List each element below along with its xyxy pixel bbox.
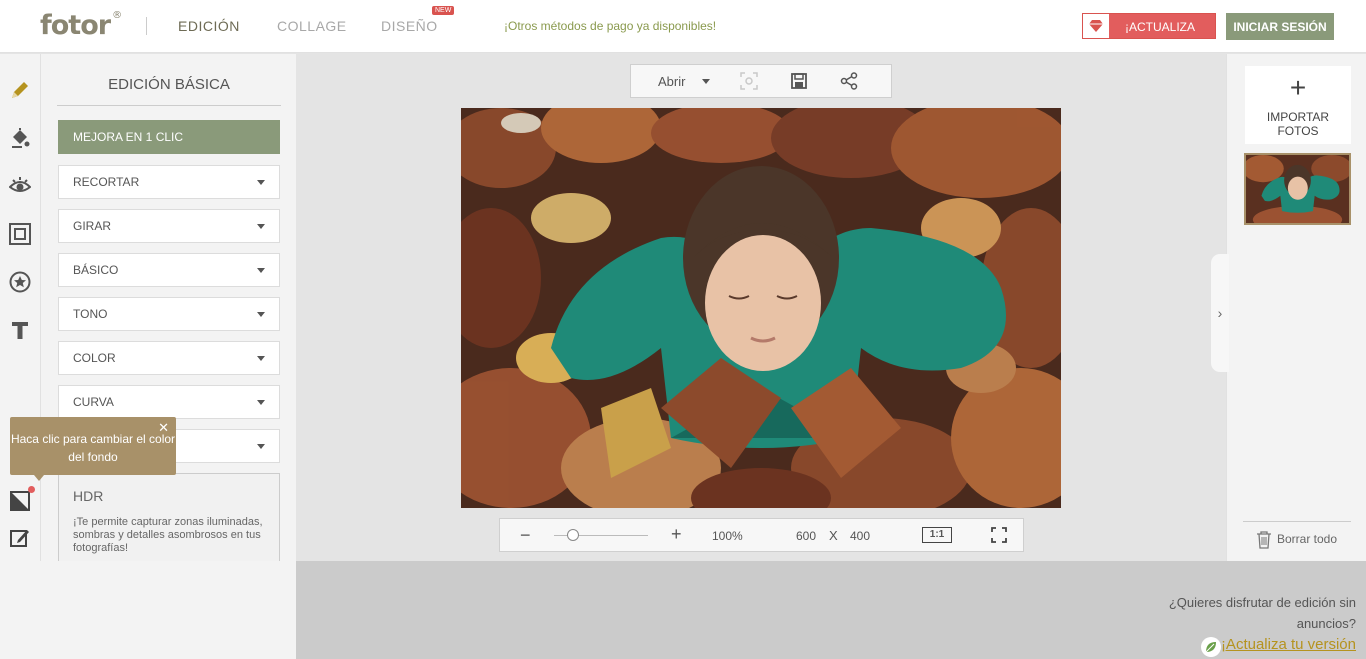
hdr-title: HDR — [73, 488, 104, 504]
header-divider — [146, 17, 147, 35]
tooltip-text: Haca clic para cambiar el color del fond… — [10, 432, 176, 464]
nav-collage[interactable]: COLLAGE — [277, 18, 347, 34]
screenshot-icon[interactable] — [740, 72, 758, 90]
image-width: 600 — [796, 529, 817, 543]
chevron-down-icon — [257, 312, 265, 317]
chevron-down-icon — [257, 444, 265, 449]
clear-all-button[interactable]: Borrar todo — [1243, 521, 1351, 551]
close-icon[interactable]: ✕ — [158, 419, 169, 437]
tooltip-arrow — [34, 475, 44, 481]
new-badge: NEW — [432, 6, 455, 15]
import-label: IMPORTAR FOTOS — [1266, 110, 1330, 138]
bottom-left-area — [0, 561, 296, 659]
hdr-description: ¡Te permite capturar zonas iluminadas, s… — [73, 516, 263, 554]
crop-dropdown[interactable]: RECORTAR — [58, 165, 280, 199]
share-icon[interactable] — [840, 72, 858, 90]
import-photos-button[interactable]: + IMPORTAR FOTOS — [1245, 66, 1351, 144]
upgrade-label: ¡ACTUALIZA — [1125, 20, 1196, 34]
tone-dropdown[interactable]: TONO — [58, 297, 280, 331]
clear-all-label: Borrar todo — [1277, 532, 1338, 546]
payment-promo[interactable]: ¡Otros métodos de pago ya disponibles! — [504, 19, 716, 33]
zoom-in-button[interactable]: + — [671, 524, 682, 545]
edited-photo[interactable] — [461, 108, 1061, 508]
chevron-down-icon — [257, 400, 265, 405]
photo-thumbnail[interactable] — [1244, 153, 1351, 225]
text-icon[interactable] — [6, 316, 34, 344]
plus-icon: + — [1289, 72, 1307, 103]
hdr-card[interactable]: HDR ¡Te permite capturar zonas iluminada… — [58, 473, 280, 561]
star-icon[interactable] — [6, 268, 34, 296]
chevron-down-icon — [257, 356, 265, 361]
canvas-area: Abrir − + 100% 600 X 400 1:1 — [296, 54, 1226, 561]
zoom-percent: 100% — [712, 529, 743, 543]
background-tooltip: Haca clic para cambiar el color del fond… — [10, 417, 176, 481]
panel-title: EDICIÓN BÁSICA — [57, 76, 281, 106]
nav-edit[interactable]: EDICIÓN — [178, 18, 240, 34]
chevron-down-icon — [257, 224, 265, 229]
basic-dropdown[interactable]: BÁSICO — [58, 253, 280, 287]
actual-size-button[interactable]: 1:1 — [922, 527, 952, 543]
paint-bucket-icon[interactable] — [6, 124, 34, 152]
curve-dropdown[interactable]: CURVA — [58, 385, 280, 419]
chevron-down-icon — [257, 268, 265, 273]
photo-image — [461, 108, 1061, 508]
zoom-bar: − + 100% 600 X 400 1:1 — [499, 518, 1024, 552]
one-click-enhance-button[interactable]: MEJORA EN 1 CLIC — [58, 120, 280, 154]
save-icon[interactable] — [790, 72, 808, 90]
background-icon[interactable] — [6, 486, 35, 515]
chevron-down-icon — [257, 180, 265, 185]
zoom-out-button[interactable]: − — [520, 525, 531, 546]
fotor-logo[interactable]: fotor ® — [40, 10, 122, 41]
collapse-panel-button[interactable]: › — [1211, 254, 1229, 372]
ad-question: ¿Quieres disfrutar de edición sin anunci… — [1168, 595, 1356, 631]
dimension-separator: X — [829, 528, 838, 543]
ad-area: ¿Quieres disfrutar de edición sin anunci… — [296, 561, 1366, 659]
diamond-icon — [1083, 14, 1109, 38]
open-menu[interactable]: Abrir — [658, 74, 685, 89]
upgrade-version-link[interactable]: ¡Actualiza tu versión — [1221, 636, 1356, 653]
chevron-down-icon[interactable] — [702, 79, 710, 84]
login-button[interactable]: INICIAR SESIÓN — [1226, 13, 1334, 40]
trash-icon — [1256, 531, 1272, 552]
canvas-toolbar: Abrir — [630, 64, 892, 98]
tool-sidebar — [0, 54, 41, 561]
edit-icon[interactable] — [6, 524, 34, 552]
frame-icon[interactable] — [6, 220, 34, 248]
thumbnail-image — [1246, 155, 1349, 223]
basic-edit-panel: EDICIÓN BÁSICA MEJORA EN 1 CLIC RECORTAR… — [41, 54, 296, 561]
notification-dot — [28, 486, 35, 493]
fullscreen-icon[interactable] — [991, 527, 1007, 546]
upgrade-button[interactable]: ¡ACTUALIZA — [1082, 13, 1216, 39]
photo-library-panel: + IMPORTAR FOTOS › Borrar todo — [1211, 54, 1366, 561]
color-dropdown[interactable]: COLOR — [58, 341, 280, 375]
nav-design[interactable]: DISEÑO — [381, 18, 438, 34]
zoom-slider-knob[interactable] — [566, 529, 579, 541]
top-header: fotor ® EDICIÓN COLLAGE DISEÑO NEW ¡Otros… — [0, 0, 1366, 53]
pencil-icon[interactable] — [6, 76, 34, 104]
rotate-dropdown[interactable]: GIRAR — [58, 209, 280, 243]
leaf-icon — [1201, 637, 1221, 657]
eye-icon[interactable] — [6, 172, 34, 200]
image-height: 400 — [850, 529, 871, 543]
